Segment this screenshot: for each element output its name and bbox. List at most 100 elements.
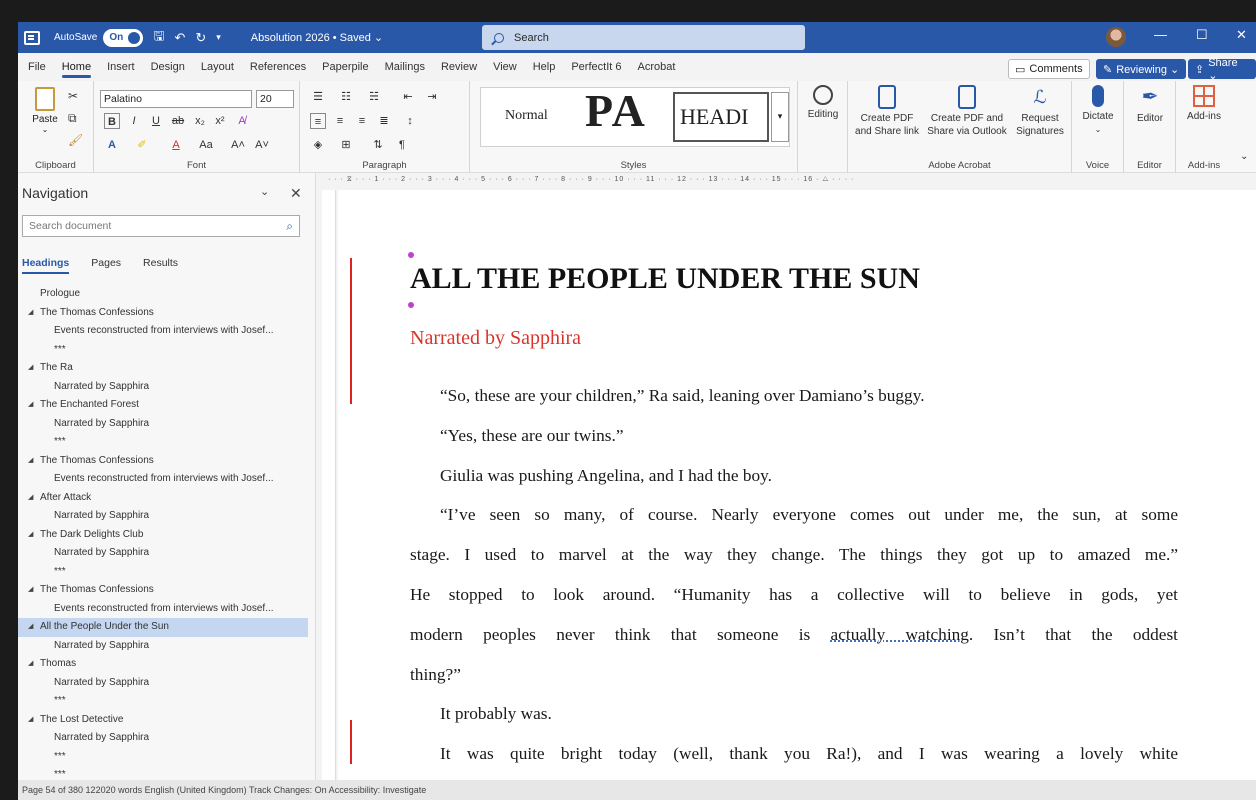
- borders-button[interactable]: ⊞: [338, 137, 354, 153]
- vertical-ruler[interactable]: [322, 190, 336, 800]
- italic-button[interactable]: I: [126, 113, 142, 129]
- reviewing-button[interactable]: ✎ Reviewing ⌄: [1096, 59, 1187, 79]
- close-pane-icon[interactable]: ✕: [290, 185, 302, 202]
- subheading-item[interactable]: ***: [18, 341, 308, 360]
- share-button[interactable]: ⇪ Share ⌄: [1188, 57, 1256, 82]
- minimize-icon[interactable]: —: [1154, 27, 1167, 42]
- collapse-caret-icon[interactable]: ◢: [28, 655, 33, 674]
- close-icon[interactable]: ✕: [1236, 27, 1247, 43]
- document-page[interactable]: ALL THE PEOPLE UNDER THE SUN Narrated by…: [338, 190, 1256, 780]
- copy-icon[interactable]: ⧉: [68, 111, 77, 126]
- tab-acrobat[interactable]: Acrobat: [629, 53, 683, 81]
- style-title[interactable]: PA: [585, 88, 647, 128]
- font-color-button[interactable]: A: [168, 137, 184, 153]
- navigation-search-input[interactable]: Search document ⌕: [22, 215, 300, 237]
- subheading-item[interactable]: ***: [18, 748, 308, 767]
- collapse-caret-icon[interactable]: ◢: [28, 581, 33, 600]
- comments-button[interactable]: ▭ Comments: [1008, 59, 1090, 79]
- heading-item[interactable]: ◢ Thomas: [18, 655, 308, 674]
- create-pdf-button[interactable]: Create PDF and Share link: [852, 85, 922, 138]
- maximize-icon[interactable]: ☐: [1196, 27, 1208, 43]
- bold-button[interactable]: B: [104, 113, 120, 129]
- numbering-button[interactable]: ☷: [338, 89, 354, 105]
- highlight-button[interactable]: ✐: [134, 137, 150, 153]
- superscript-button[interactable]: x²: [212, 113, 228, 129]
- grow-font-button[interactable]: A˄: [230, 137, 246, 153]
- subheading-item[interactable]: Narrated by Sapphira: [18, 415, 308, 434]
- heading-item[interactable]: ◢ The Thomas Confessions: [18, 581, 308, 600]
- style-normal[interactable]: Normal: [505, 108, 548, 124]
- subheading-item[interactable]: ***: [18, 433, 308, 452]
- decrease-indent-button[interactable]: ⇤: [400, 89, 416, 105]
- collapse-caret-icon[interactable]: ◢: [28, 359, 33, 378]
- request-signatures-button[interactable]: ℒ Request Signatures: [1012, 85, 1068, 138]
- clear-format-icon[interactable]: A̸: [234, 113, 250, 129]
- tab-file[interactable]: File: [20, 53, 54, 81]
- tab-layout[interactable]: Layout: [193, 53, 242, 81]
- collapse-caret-icon[interactable]: ◢: [28, 452, 33, 471]
- tab-help[interactable]: Help: [525, 53, 564, 81]
- subheading-item[interactable]: Events reconstructed from interviews wit…: [18, 600, 308, 619]
- heading-item[interactable]: ◢ All the People Under the Sun: [18, 618, 308, 637]
- tab-perfectit[interactable]: PerfectIt 6: [563, 53, 629, 81]
- bullets-button[interactable]: ☰: [310, 89, 326, 105]
- save-icon[interactable]: 🖫: [153, 27, 164, 49]
- tab-home[interactable]: Home: [54, 53, 99, 81]
- subheading-item[interactable]: Narrated by Sapphira: [18, 378, 308, 397]
- change-case-button[interactable]: Aa: [198, 137, 214, 153]
- create-share-outlook-button[interactable]: Create PDF and Share via Outlook: [924, 85, 1010, 138]
- tab-review[interactable]: Review: [433, 53, 485, 81]
- subheading-item[interactable]: ***: [18, 692, 308, 711]
- align-center-button[interactable]: ≡: [332, 113, 348, 129]
- tab-paperpile[interactable]: Paperpile: [314, 53, 376, 81]
- subscript-button[interactable]: x₂: [192, 113, 208, 129]
- paste-button[interactable]: Paste ⌄: [28, 87, 62, 134]
- tab-references[interactable]: References: [242, 53, 314, 81]
- autosave-toggle[interactable]: On: [103, 28, 144, 47]
- align-right-button[interactable]: ≡: [354, 113, 370, 129]
- subheading-item[interactable]: Narrated by Sapphira: [18, 637, 308, 656]
- editor-button[interactable]: ✒ Editor: [1128, 85, 1172, 125]
- paste-dropdown-icon[interactable]: ⌄: [28, 125, 62, 134]
- pane-options-icon[interactable]: ⌄: [260, 185, 269, 198]
- heading-item[interactable]: Prologue: [18, 285, 308, 304]
- heading-item[interactable]: ◢ The Dark Delights Club: [18, 526, 308, 545]
- heading-item[interactable]: ◢ The Thomas Confessions: [18, 452, 308, 471]
- document-title[interactable]: Absolution 2026 • Saved ⌄: [251, 31, 383, 44]
- collapse-caret-icon[interactable]: ◢: [28, 489, 33, 508]
- undo-icon[interactable]: ↶: [174, 30, 185, 46]
- increase-indent-button[interactable]: ⇥: [424, 89, 440, 105]
- collapse-caret-icon[interactable]: ◢: [28, 526, 33, 545]
- collapse-caret-icon[interactable]: ◢: [28, 618, 33, 637]
- tab-design[interactable]: Design: [143, 53, 193, 81]
- subheading-item[interactable]: Events reconstructed from interviews wit…: [18, 322, 308, 341]
- justify-button[interactable]: ≣: [376, 113, 392, 129]
- editing-button[interactable]: Editing: [802, 85, 844, 121]
- comment-anchor[interactable]: [408, 252, 414, 258]
- nav-tab-pages[interactable]: Pages: [91, 257, 121, 269]
- heading-item[interactable]: ◢ The Thomas Confessions: [18, 304, 308, 323]
- text-effects-button[interactable]: A: [104, 137, 120, 153]
- subheading-item[interactable]: ***: [18, 563, 308, 582]
- align-left-button[interactable]: ≡: [310, 113, 326, 129]
- collapse-caret-icon[interactable]: ◢: [28, 304, 33, 323]
- shading-button[interactable]: ◈: [310, 137, 326, 153]
- subheading-item[interactable]: Events reconstructed from interviews wit…: [18, 470, 308, 489]
- heading-item[interactable]: ◢ The Lost Detective: [18, 711, 308, 730]
- tab-mailings[interactable]: Mailings: [377, 53, 433, 81]
- styles-more-button[interactable]: ▾: [771, 92, 789, 142]
- customize-toolbar-icon[interactable]: ▾: [216, 32, 221, 43]
- dictate-button[interactable]: Dictate ⌄: [1076, 85, 1120, 136]
- comment-anchor[interactable]: [408, 302, 414, 308]
- line-spacing-button[interactable]: ↕: [402, 113, 418, 129]
- font-family-select[interactable]: Palatino: [100, 90, 252, 108]
- sort-button[interactable]: ⇅: [370, 137, 386, 153]
- search-icon[interactable]: ⌕: [286, 216, 293, 236]
- collapse-caret-icon[interactable]: ◢: [28, 396, 33, 415]
- style-heading[interactable]: HEADI: [673, 92, 769, 142]
- redo-icon[interactable]: ↻: [195, 30, 206, 46]
- multilevel-list-button[interactable]: ☵: [366, 89, 382, 105]
- tab-view[interactable]: View: [485, 53, 525, 81]
- search-input[interactable]: Search: [482, 25, 805, 50]
- nav-tab-headings[interactable]: Headings: [22, 257, 70, 274]
